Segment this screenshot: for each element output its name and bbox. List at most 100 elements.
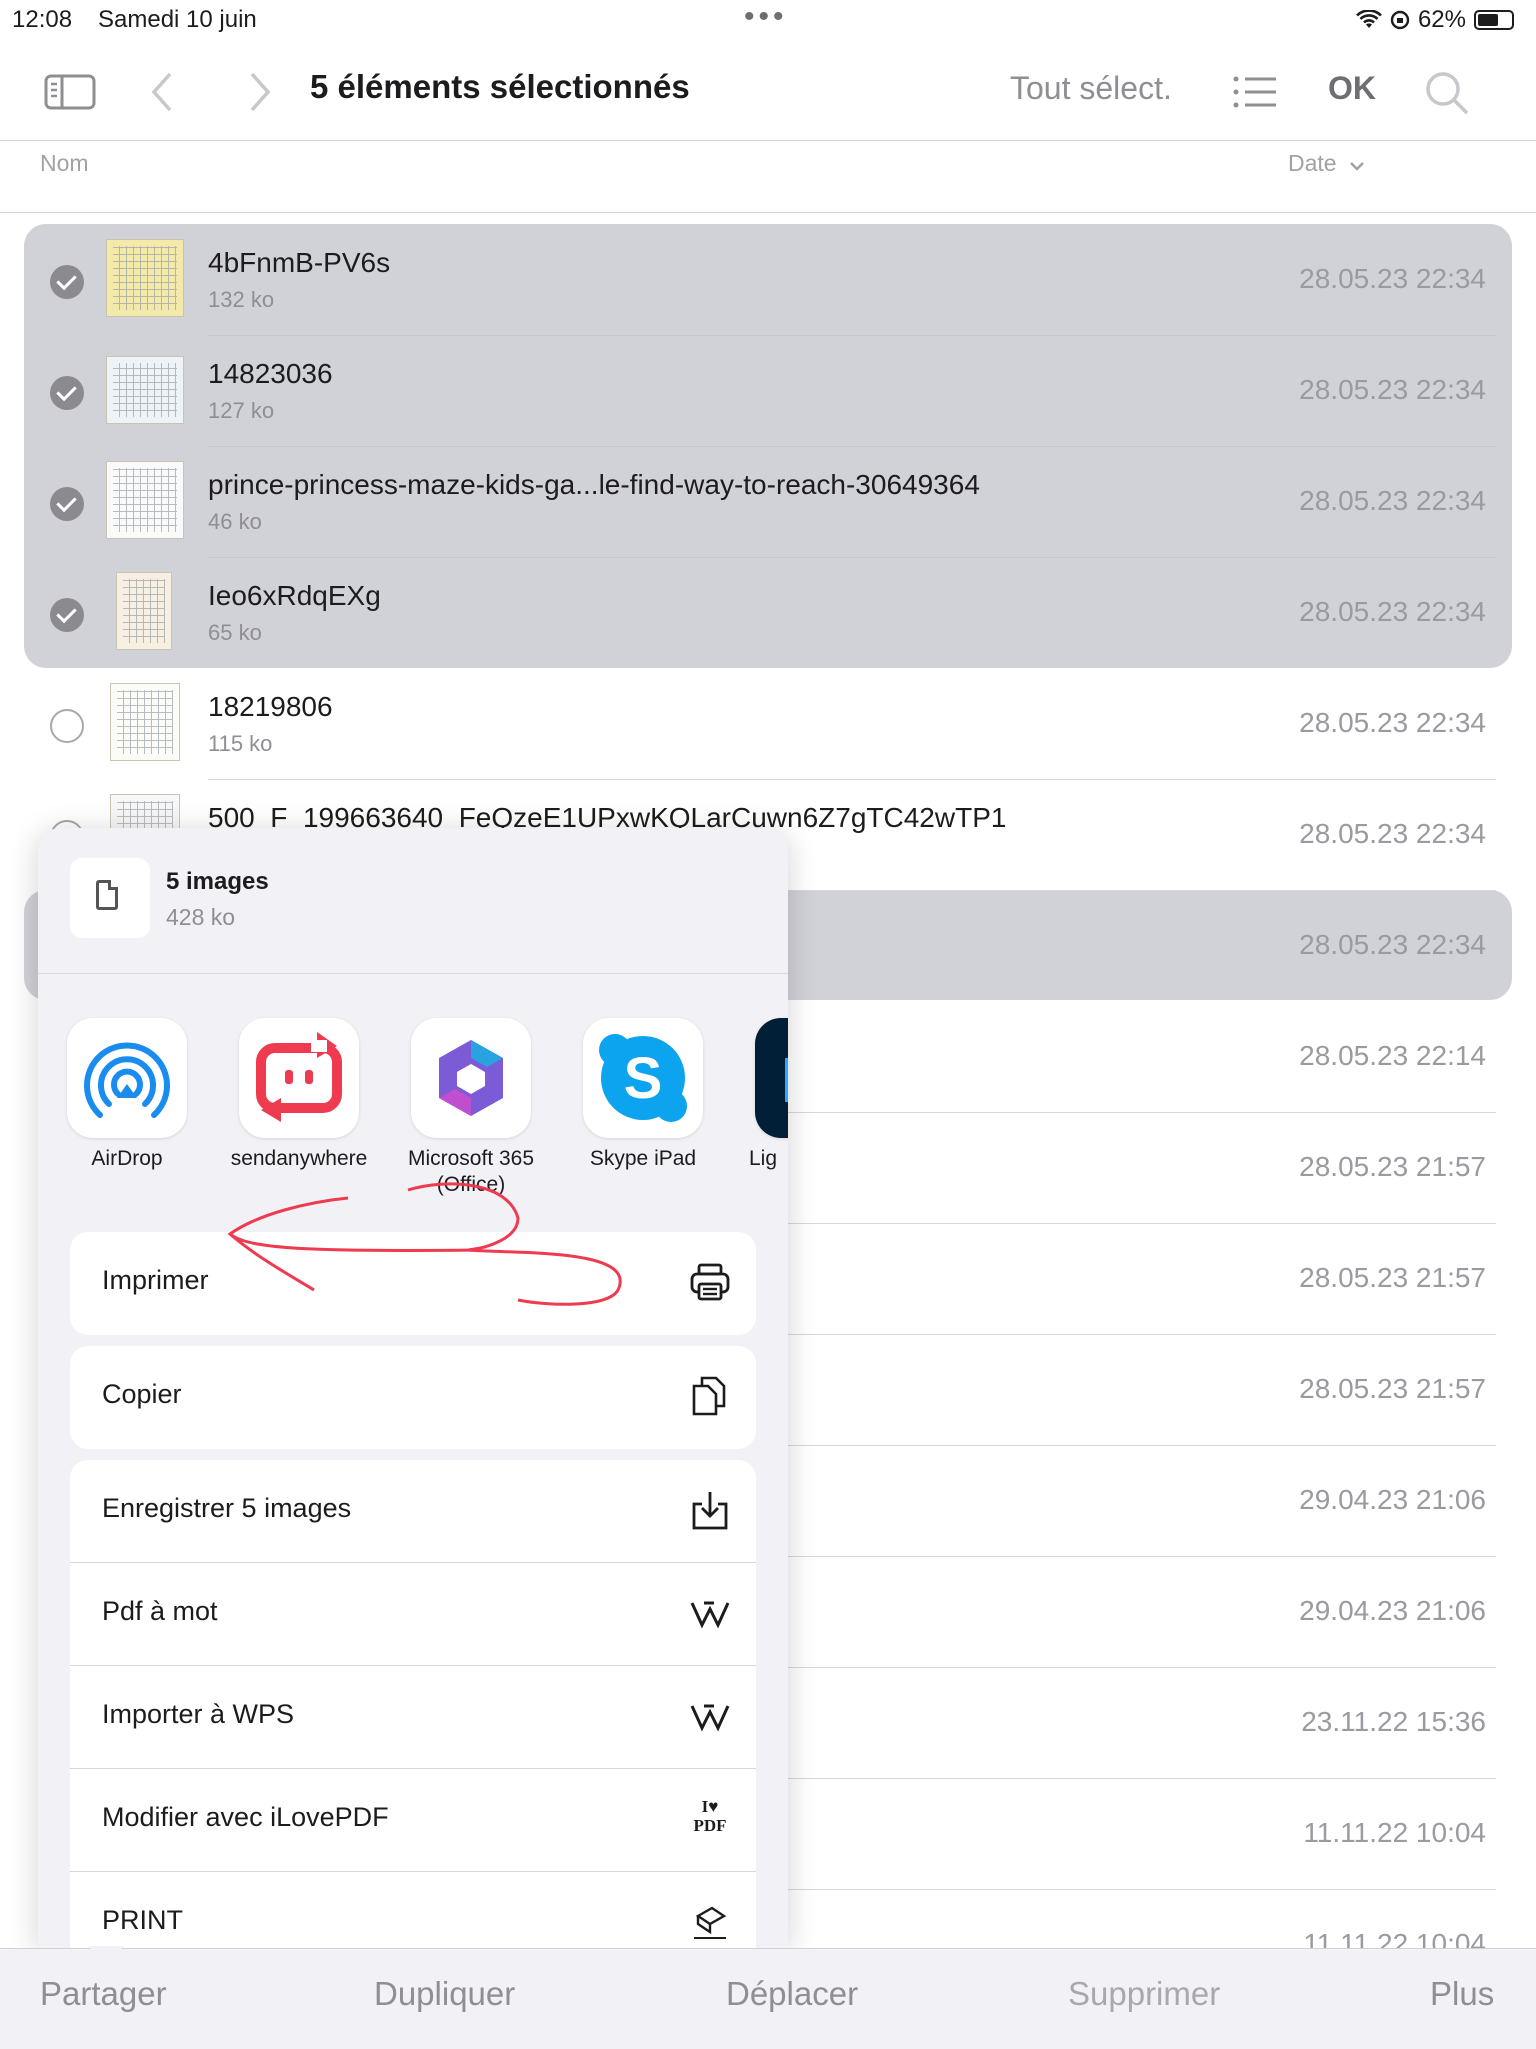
file-date: 28.05.23 22:34 — [1299, 707, 1486, 738]
app-lightroom[interactable]: Lig — [735, 1018, 788, 1172]
action-label: Modifier avec iLovePDF — [102, 1802, 389, 1832]
file-date: 28.05.23 22:34 — [1299, 485, 1486, 516]
wifi-icon — [1356, 10, 1382, 28]
file-thumbnail — [116, 572, 172, 650]
printer-icon — [690, 1263, 730, 1301]
search-icon[interactable] — [1424, 70, 1470, 116]
column-date-label: Date — [1288, 150, 1337, 176]
ilovepdf-action[interactable]: Modifier avec iLovePDF I♥ PDF — [70, 1769, 756, 1872]
lightroom-icon — [755, 1018, 788, 1138]
skype-icon: S — [583, 1018, 703, 1138]
file-row[interactable]: 4bFnmB-PV6s 132 ko 28.05.23 22:34 — [24, 225, 1512, 336]
delete-button[interactable]: Supprimer — [1068, 1975, 1220, 2013]
file-size: 127 ko — [208, 398, 275, 423]
file-size: 132 ko — [208, 287, 275, 312]
file-row[interactable]: 14823036 127 ko 28.05.23 22:34 — [24, 336, 1512, 447]
action-group-copy: Copier — [70, 1346, 756, 1449]
file-date: 29.04.23 21:06 — [1299, 1595, 1486, 1626]
save-images-action[interactable]: Enregistrer 5 images — [70, 1460, 756, 1563]
file-date: 28.05.23 21:57 — [1299, 1151, 1486, 1182]
file-size: 65 ko — [208, 620, 262, 645]
chevron-down-icon — [1350, 162, 1364, 171]
file-date: 28.05.23 22:34 — [1299, 374, 1486, 405]
airdrop-icon — [67, 1018, 187, 1138]
page-title: 5 éléments sélectionnés — [310, 68, 690, 105]
action-label: Importer à WPS — [102, 1699, 295, 1729]
file-name: Ieo6xRdqEXg — [208, 580, 381, 611]
microsoft365-icon — [411, 1018, 531, 1138]
share-sheet: 5 images 428 ko AirDrop sendanywhere Mic… — [38, 828, 788, 1948]
app-microsoft365[interactable]: Microsoft 365 (Office) — [391, 1018, 551, 1198]
pdf-to-word-action[interactable]: Pdf à mot — [70, 1563, 756, 1666]
share-size: 428 ko — [166, 904, 236, 930]
share-button[interactable]: Partager — [40, 1975, 167, 2013]
app-label: sendanywhere — [230, 1147, 368, 1170]
file-thumbnail — [106, 239, 184, 317]
app-sendanywhere[interactable]: sendanywhere — [219, 1018, 379, 1172]
file-date: 28.05.23 22:34 — [1299, 263, 1486, 294]
unchecked-circle-icon[interactable] — [50, 709, 84, 743]
forward-chevron-icon[interactable] — [248, 70, 272, 114]
multitasking-dots-icon[interactable]: ••• — [744, 0, 788, 34]
sidebar-toggle-icon[interactable] — [44, 72, 96, 112]
app-skype[interactable]: S Skype iPad — [563, 1018, 723, 1172]
file-row[interactable]: Ieo6xRdqEXg 65 ko 28.05.23 22:34 — [24, 558, 1512, 669]
bottom-toolbar: Partager Dupliquer Déplacer Supprimer Pl… — [0, 1948, 1536, 2049]
action-label: PRINT — [102, 1905, 183, 1935]
sendanywhere-icon — [239, 1018, 359, 1138]
checkmark-icon[interactable] — [50, 265, 84, 299]
file-name: 14823036 — [208, 358, 333, 389]
battery-icon — [1474, 10, 1514, 30]
back-chevron-icon[interactable] — [150, 70, 174, 114]
battery-percent: 62% — [1417, 6, 1466, 33]
more-button[interactable]: Plus — [1430, 1975, 1494, 2013]
canon-print-action[interactable]: PRINT — [70, 1872, 756, 1948]
file-thumbnail — [110, 683, 180, 761]
file-date: 28.05.23 22:34 — [1299, 596, 1486, 627]
file-name: prince-princess-maze-kids-ga...le-find-w… — [208, 469, 980, 500]
wps-icon — [690, 1704, 730, 1732]
action-group-more: Enregistrer 5 images Pdf à mot Importer … — [70, 1460, 756, 1948]
checkmark-icon[interactable] — [50, 376, 84, 410]
header-divider — [0, 212, 1536, 213]
column-name-header[interactable]: Nom — [40, 150, 89, 177]
status-bar: 12:08 Samedi 10 juin ••• 62% — [0, 0, 1536, 40]
share-title: 5 images — [166, 868, 269, 895]
file-date: 28.05.23 21:57 — [1299, 1373, 1486, 1404]
checkmark-icon[interactable] — [50, 598, 84, 632]
file-date: 28.05.23 22:14 — [1299, 1040, 1486, 1071]
status-right: 62% — [1356, 6, 1514, 34]
red-arrow-annotation — [227, 1182, 622, 1306]
file-row[interactable]: prince-princess-maze-kids-ga...le-find-w… — [24, 447, 1512, 558]
column-date-header[interactable]: Date — [1288, 150, 1365, 177]
copy-action[interactable]: Copier — [70, 1346, 756, 1449]
file-thumbnail — [106, 461, 184, 539]
app-label: Skype iPad — [589, 1147, 697, 1170]
popover-pointer — [88, 1946, 124, 1966]
navigation-bar: 5 éléments sélectionnés Tout sélect. OK — [0, 48, 1536, 140]
wps-icon — [690, 1601, 730, 1629]
file-size: 115 ko — [208, 731, 273, 756]
file-row[interactable]: 18219806 115 ko 28.05.23 22:34 — [24, 669, 1512, 780]
file-date: 23.11.22 15:36 — [1301, 1706, 1486, 1737]
app-label: AirDrop — [91, 1147, 163, 1170]
done-button[interactable]: OK — [1328, 70, 1376, 107]
app-airdrop[interactable]: AirDrop — [47, 1018, 207, 1172]
file-name: 4bFnmB-PV6s — [208, 247, 391, 278]
import-wps-action[interactable]: Importer à WPS — [70, 1666, 756, 1769]
canon-print-icon — [694, 1906, 727, 1939]
status-time: 12:08 — [12, 6, 73, 33]
move-button[interactable]: Déplacer — [726, 1975, 858, 2013]
action-label: Copier — [102, 1379, 182, 1409]
checkmark-icon[interactable] — [50, 487, 84, 521]
save-icon — [692, 1492, 728, 1530]
duplicate-button[interactable]: Dupliquer — [374, 1975, 515, 2013]
orientation-lock-icon — [1390, 10, 1410, 30]
nav-divider — [0, 140, 1536, 141]
list-view-icon[interactable] — [1232, 74, 1278, 110]
sheet-divider — [38, 973, 788, 974]
select-all-button[interactable]: Tout sélect. — [1010, 70, 1172, 107]
action-label: Enregistrer 5 images — [102, 1493, 352, 1523]
copy-icon — [692, 1376, 726, 1416]
ilovepdf-icon: I♥ PDF — [693, 1797, 727, 1835]
